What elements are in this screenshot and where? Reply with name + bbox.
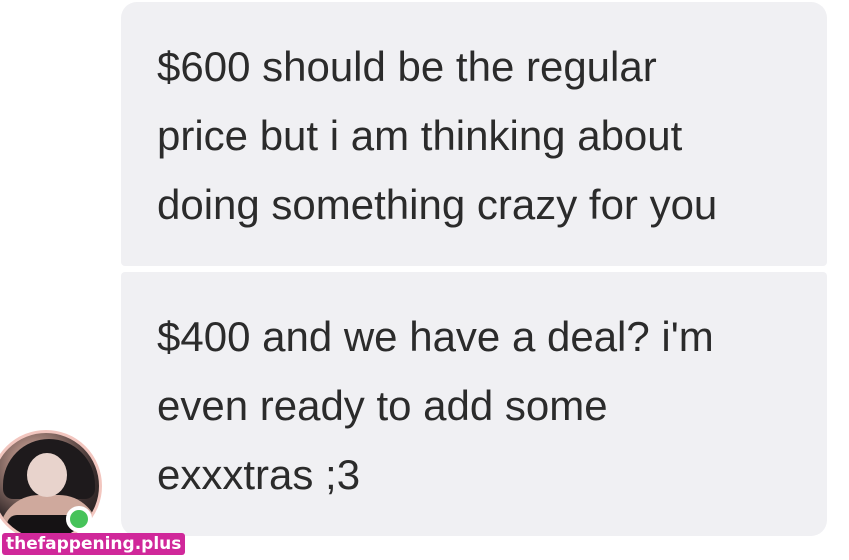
chat-conversation: $600 should be the regular price but i a…	[0, 0, 849, 560]
message-bubble[interactable]: $600 should be the regular price but i a…	[121, 2, 827, 266]
online-status-dot	[66, 506, 92, 532]
message-text-line: exxxtras ;3	[157, 451, 361, 498]
message-text-line: even ready to add some	[157, 382, 608, 429]
message-text-line: $600 should be the regular	[157, 43, 657, 90]
sender-avatar[interactable]	[0, 430, 102, 542]
watermark: thefappening.plus	[2, 533, 186, 555]
message-text-line: price but i am thinking about	[157, 112, 683, 159]
avatar-face	[27, 453, 67, 497]
message-text-line: $400 and we have a deal? i'm	[157, 313, 714, 360]
message-bubble[interactable]: $400 and we have a deal? i'm even ready …	[121, 272, 827, 536]
message-text-line: doing something crazy for you	[157, 181, 718, 228]
